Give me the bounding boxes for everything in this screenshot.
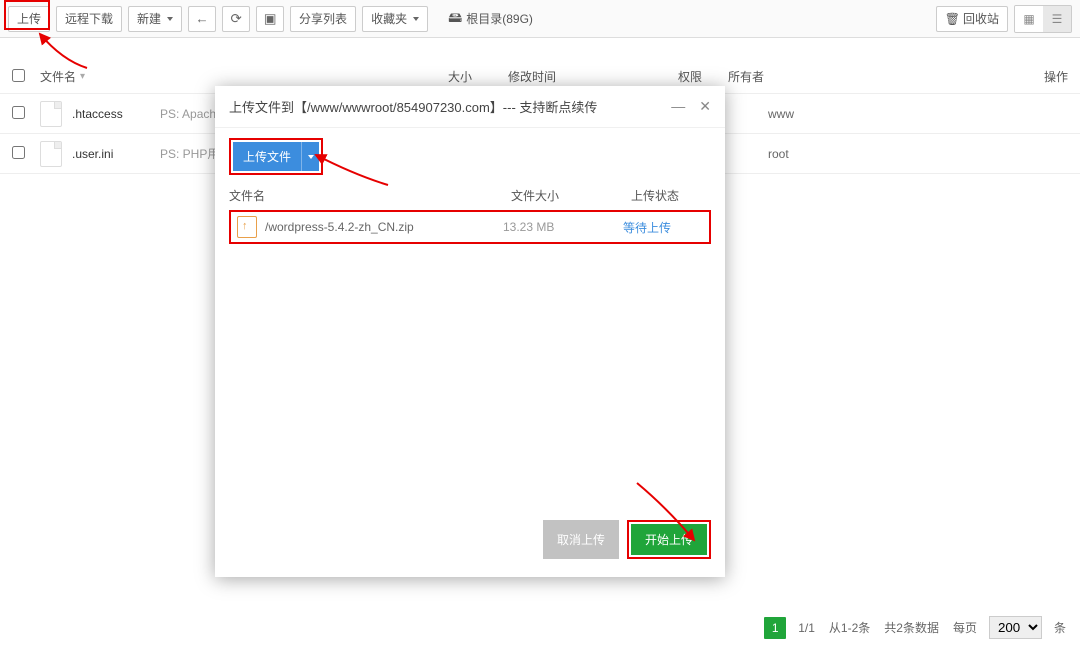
refresh-icon: ⟳	[230, 11, 241, 27]
favorites-button[interactable]: 收藏夹	[362, 6, 428, 32]
file-name[interactable]: .user.ini	[72, 147, 152, 161]
upload-file-name: /wordpress-5.4.2-zh_CN.zip	[265, 220, 503, 234]
col-action: 操作	[1028, 68, 1068, 85]
annotation-arrow-icon	[632, 478, 702, 548]
disk-icon: 🖴	[448, 7, 462, 31]
upload-file-icon	[237, 216, 257, 238]
upload-button[interactable]: 上传	[8, 6, 50, 32]
col-filename[interactable]: 文件名	[40, 68, 76, 85]
per-page-select[interactable]: 200	[989, 616, 1042, 639]
upload-file-row[interactable]: /wordpress-5.4.2-zh_CN.zip 13.23 MB 等待上传	[229, 210, 711, 244]
recycle-bin-button[interactable]: 🗑 回收站	[936, 6, 1008, 32]
toolbar-right: 🗑 回收站 ▦ ☰	[936, 5, 1072, 33]
modal-title-text: 上传文件到【/www/wwwroot/854907230.com】--- 支持断…	[229, 97, 597, 116]
trash-icon: 🗑	[945, 12, 960, 26]
per-page-unit: 条	[1052, 619, 1068, 636]
choose-file-button[interactable]: 上传文件	[233, 142, 301, 171]
remote-download-button[interactable]: 远程下载	[56, 6, 122, 32]
favorites-label: 收藏夹	[371, 10, 407, 27]
col-perm[interactable]: 权限	[678, 68, 728, 85]
row-checkbox[interactable]	[12, 146, 25, 159]
page-range: 从1-2条	[827, 619, 872, 636]
page-total: 共2条数据	[882, 619, 941, 636]
col-owner[interactable]: 所有者	[728, 68, 1028, 85]
refresh-button[interactable]: ⟳	[222, 6, 250, 32]
file-owner: www	[768, 107, 1068, 121]
arrow-left-icon: ←	[195, 11, 208, 26]
share-list-button[interactable]: 分享列表	[290, 6, 356, 32]
upload-file-status: 等待上传	[623, 219, 703, 236]
upload-file-size: 13.23 MB	[503, 220, 623, 234]
terminal-icon: ▣	[264, 11, 277, 27]
modal-body: 上传文件 文件名 文件大小 上传状态 /wordpress-5.4.2-zh_C…	[215, 128, 725, 508]
per-page-label: 每页	[951, 619, 979, 636]
breadcrumb-label: 根目录(89G)	[466, 10, 533, 27]
page-current[interactable]: 1	[764, 617, 786, 639]
annotation-arrow-icon	[32, 30, 92, 70]
file-name[interactable]: .htaccess	[72, 107, 152, 121]
list-view-button[interactable]: ☰	[1043, 6, 1071, 32]
breadcrumb[interactable]: 🖴 根目录(89G)	[448, 7, 533, 31]
terminal-button[interactable]: ▣	[256, 6, 284, 32]
toolbar: 上传 远程下载 新建 ← ⟳ ▣ 分享列表 收藏夹 🖴 根目录(89G) 🗑 回…	[0, 0, 1080, 38]
file-icon	[40, 141, 62, 167]
recycle-bin-label: 回收站	[963, 10, 999, 27]
annotation-arrow-icon	[310, 150, 390, 190]
new-button[interactable]: 新建	[128, 6, 182, 32]
file-icon	[40, 101, 62, 127]
upload-col-status: 上传状态	[631, 187, 711, 204]
upload-columns: 文件名 文件大小 上传状态	[229, 181, 711, 210]
list-icon: ☰	[1052, 12, 1063, 26]
grid-view-button[interactable]: ▦	[1015, 6, 1043, 32]
sort-icon: ▾	[80, 71, 85, 82]
select-all-checkbox[interactable]	[12, 69, 25, 82]
grid-icon: ▦	[1023, 12, 1034, 26]
new-label: 新建	[137, 10, 161, 27]
view-toggle: ▦ ☰	[1014, 5, 1072, 33]
row-checkbox[interactable]	[12, 106, 25, 119]
col-size[interactable]: 大小	[448, 68, 508, 85]
upload-col-size: 文件大小	[511, 187, 631, 204]
close-icon[interactable]: ✕	[699, 98, 711, 115]
file-owner: root	[768, 147, 1068, 161]
page-pages: 1/1	[796, 621, 817, 635]
col-mtime[interactable]: 修改时间	[508, 68, 678, 85]
pagination: 1 1/1 从1-2条 共2条数据 每页 200 条	[764, 616, 1068, 639]
back-button[interactable]: ←	[188, 6, 216, 32]
minimize-icon[interactable]: —	[671, 98, 685, 115]
cancel-upload-button[interactable]: 取消上传	[543, 520, 619, 559]
annotation-box: 上传文件	[229, 138, 323, 175]
modal-titlebar[interactable]: 上传文件到【/www/wwwroot/854907230.com】--- 支持断…	[215, 86, 725, 128]
